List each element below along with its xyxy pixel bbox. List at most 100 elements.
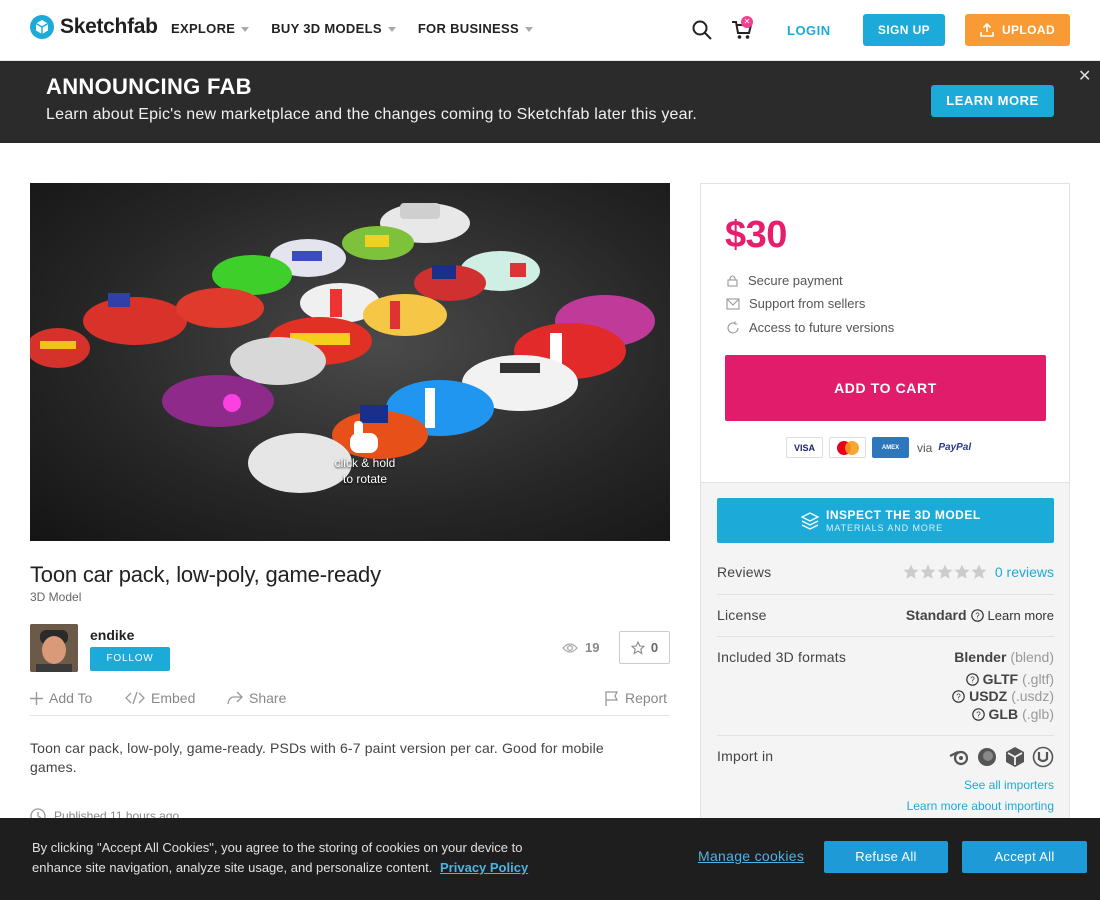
reviews-value: 0 reviews xyxy=(903,564,1054,580)
nav-buy-label: BUY 3D MODELS xyxy=(271,21,382,36)
svg-text:?: ? xyxy=(970,675,975,684)
perk-label: Access to future versions xyxy=(749,320,895,335)
inspect-model-button[interactable]: INSPECT THE 3D MODEL MATERIALS AND MORE xyxy=(717,498,1054,543)
format-usdz: ? USDZ (.usdz) xyxy=(952,688,1054,704)
nav-explore[interactable]: EXPLORE xyxy=(171,21,250,36)
svg-text:?: ? xyxy=(956,692,961,701)
upload-icon xyxy=(980,23,994,37)
cart-badge: ✕ xyxy=(741,16,753,28)
sketchfab-logo[interactable]: Sketchfab xyxy=(30,15,158,39)
model-description: Toon car pack, low-poly, game-ready. PSD… xyxy=(30,740,604,775)
format-name: USDZ xyxy=(969,688,1008,704)
refresh-icon xyxy=(727,321,739,334)
format-ext: (.usdz) xyxy=(1011,688,1054,704)
amex-icon: AMEX xyxy=(872,437,909,458)
license-learn-more[interactable]: Learn more xyxy=(988,608,1054,623)
model-type: 3D Model xyxy=(30,590,82,604)
model-info-panel: INSPECT THE 3D MODEL MATERIALS AND MORE … xyxy=(700,482,1070,822)
login-link[interactable]: LOGIN xyxy=(787,23,831,38)
embed-button[interactable]: Embed xyxy=(125,690,195,706)
purchase-panel: $30 Secure payment Support from sellers … xyxy=(700,183,1070,483)
flag-icon xyxy=(605,690,619,706)
car-purple xyxy=(162,375,274,427)
import-label: Import in xyxy=(717,748,774,764)
reviews-label: Reviews xyxy=(717,564,772,580)
perk-future-versions: Access to future versions xyxy=(726,320,894,335)
license-value: Standard ? Learn more xyxy=(906,607,1054,623)
formats-row: Included 3D formats Blender (blend) ? GL… xyxy=(717,637,1054,736)
chevron-down-icon xyxy=(524,26,533,32)
see-importers-row: See all importers xyxy=(964,778,1054,792)
unreal-icon[interactable] xyxy=(1032,746,1054,768)
see-all-importers-link[interactable]: See all importers xyxy=(964,778,1054,792)
cookie-text: By clicking "Accept All Cookies", you ag… xyxy=(32,838,562,878)
cinema4d-icon[interactable] xyxy=(976,746,998,768)
upload-button[interactable]: UPLOAD xyxy=(965,14,1070,46)
search-icon[interactable] xyxy=(692,20,712,40)
import-row: Import in See all importers Learn more a… xyxy=(717,736,1054,821)
nav-explore-label: EXPLORE xyxy=(171,21,236,36)
model-viewer[interactable]: click & hold to rotate xyxy=(30,183,670,541)
help-icon: ? xyxy=(952,689,965,703)
learn-importing-row: Learn more about importing xyxy=(907,799,1054,813)
nav-for-business[interactable]: FOR BUSINESS xyxy=(418,21,533,36)
follow-button[interactable]: FOLLOW xyxy=(90,647,170,671)
privacy-policy-link[interactable]: Privacy Policy xyxy=(440,860,528,875)
avatar[interactable] xyxy=(30,624,78,672)
chevron-down-icon xyxy=(241,26,250,32)
add-to-button[interactable]: Add To xyxy=(30,690,92,706)
license-type: Standard xyxy=(905,607,967,623)
car-white-sport xyxy=(230,337,326,385)
add-to-label: Add To xyxy=(49,690,93,706)
lock-icon xyxy=(727,275,738,287)
visa-icon: VISA xyxy=(786,437,823,458)
mastercard-icon xyxy=(829,437,866,458)
rotate-hint-line2: to rotate xyxy=(342,472,388,486)
nav-buy-3d-models[interactable]: BUY 3D MODELS xyxy=(271,21,396,36)
inspect-title: INSPECT THE 3D MODEL xyxy=(826,508,981,522)
via-label: via xyxy=(917,440,933,455)
format-ext: (.gltf) xyxy=(1022,671,1054,687)
rotate-hint-line1: click & hold xyxy=(334,456,396,470)
star-icon xyxy=(954,564,970,579)
report-label: Report xyxy=(625,690,668,706)
car-red-small xyxy=(30,328,90,368)
unity-icon[interactable] xyxy=(1004,746,1026,768)
report-button[interactable]: Report xyxy=(605,690,667,706)
paypal-icon: PayPal xyxy=(938,442,972,453)
price: $30 xyxy=(725,214,787,256)
car-scene xyxy=(30,203,655,493)
star-icon xyxy=(920,564,936,579)
signup-button[interactable]: SIGN UP xyxy=(863,14,945,46)
blender-icon[interactable] xyxy=(948,746,970,768)
model-actions: Add To Embed Share Report xyxy=(30,688,670,716)
model-title: Toon car pack, low-poly, game-ready xyxy=(30,562,381,587)
logo-text: Sketchfab xyxy=(60,15,158,38)
share-button[interactable]: Share xyxy=(227,690,286,706)
learn-importing-link[interactable]: Learn more about importing xyxy=(907,799,1054,813)
perk-secure-payment: Secure payment xyxy=(726,273,843,288)
svg-text:?: ? xyxy=(975,611,980,620)
reviews-link[interactable]: 0 reviews xyxy=(995,564,1054,580)
accept-all-button[interactable]: Accept All xyxy=(962,841,1087,873)
learn-more-button[interactable]: LEARN MORE xyxy=(931,85,1054,117)
banner-text: Learn about Epic's new marketplace and t… xyxy=(46,106,698,123)
add-to-cart-button[interactable]: ADD TO CART xyxy=(725,355,1046,421)
author-name[interactable]: endike xyxy=(90,627,134,643)
close-icon[interactable]: ✕ xyxy=(1078,66,1091,86)
refuse-all-button[interactable]: Refuse All xyxy=(824,841,948,873)
format-name: GLB xyxy=(988,706,1019,722)
views-value: 19 xyxy=(585,640,600,655)
code-icon xyxy=(125,691,145,705)
banner-title: ANNOUNCING FAB xyxy=(46,74,252,99)
inspect-subtitle: MATERIALS AND MORE xyxy=(826,523,944,533)
like-button[interactable]: 0 xyxy=(619,631,670,664)
help-icon: ? xyxy=(965,672,979,686)
manage-cookies-link[interactable]: Manage cookies xyxy=(698,848,804,864)
share-label: Share xyxy=(249,690,287,706)
site-header: Sketchfab EXPLORE BUY 3D MODELS FOR BUSI… xyxy=(0,0,1100,61)
formats-label: Included 3D formats xyxy=(717,649,847,665)
perk-support: Support from sellers xyxy=(726,296,865,311)
car-red-us xyxy=(83,293,187,345)
star-icon xyxy=(903,564,919,579)
